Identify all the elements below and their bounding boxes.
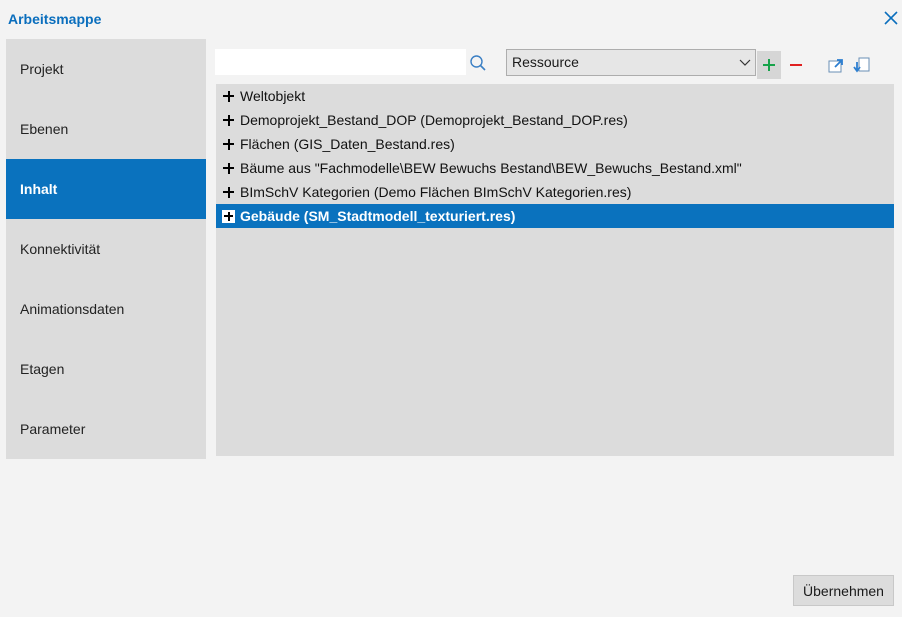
tree-item-label: Flächen (GIS_Daten_Bestand.res) bbox=[240, 136, 455, 152]
apply-button[interactable]: Übernehmen bbox=[793, 575, 894, 606]
close-button[interactable] bbox=[882, 9, 900, 27]
sidebar-item-inhalt[interactable]: Inhalt bbox=[6, 159, 206, 219]
tree-item-label: BImSchV Kategorien (Demo Flächen BImSchV… bbox=[240, 184, 632, 200]
tree-item-label: Bäume aus "Fachmodelle\BEW Bewuchs Besta… bbox=[240, 160, 742, 176]
plus-icon bbox=[763, 59, 775, 71]
import-button[interactable] bbox=[824, 51, 848, 79]
expand-icon[interactable] bbox=[222, 90, 235, 103]
tree-item[interactable]: BImSchV Kategorien (Demo Flächen BImSchV… bbox=[216, 180, 894, 204]
dialog-title: Arbeitsmappe bbox=[8, 11, 102, 27]
tree-item[interactable]: Weltobjekt bbox=[216, 84, 894, 108]
export-button[interactable] bbox=[850, 51, 874, 79]
sidebar-item-etagen[interactable]: Etagen bbox=[6, 339, 206, 399]
tree-item-selected[interactable]: Gebäude (SM_Stadtmodell_texturiert.res) bbox=[216, 204, 894, 228]
expand-icon[interactable] bbox=[222, 162, 235, 175]
expand-icon[interactable] bbox=[222, 186, 235, 199]
remove-button[interactable] bbox=[784, 51, 808, 79]
sidebar-item-konnektivitaet[interactable]: Konnektivität bbox=[6, 219, 206, 279]
expand-icon[interactable] bbox=[222, 209, 235, 223]
import-icon bbox=[828, 59, 843, 73]
sidebar-item-animationsdaten[interactable]: Animationsdaten bbox=[6, 279, 206, 339]
tree-item[interactable]: Flächen (GIS_Daten_Bestand.res) bbox=[216, 132, 894, 156]
resource-select-value: Ressource bbox=[512, 54, 579, 70]
add-button[interactable] bbox=[757, 51, 781, 79]
tree-item-label: Demoprojekt_Bestand_DOP (Demoprojekt_Bes… bbox=[240, 112, 628, 128]
sidebar: Projekt Ebenen Inhalt Konnektivität Anim… bbox=[6, 39, 206, 459]
expand-icon[interactable] bbox=[222, 114, 235, 127]
chevron-down-icon bbox=[739, 59, 751, 66]
tree-item-label: Weltobjekt bbox=[240, 88, 306, 104]
sidebar-item-projekt[interactable]: Projekt bbox=[6, 39, 206, 99]
search-icon[interactable] bbox=[469, 54, 487, 72]
minus-icon bbox=[790, 64, 802, 66]
export-icon bbox=[853, 57, 870, 73]
tree-item[interactable]: Bäume aus "Fachmodelle\BEW Bewuchs Besta… bbox=[216, 156, 894, 180]
sidebar-item-ebenen[interactable]: Ebenen bbox=[6, 99, 206, 159]
content-tree: Weltobjekt Demoprojekt_Bestand_DOP (Demo… bbox=[216, 84, 894, 456]
sidebar-item-parameter[interactable]: Parameter bbox=[6, 399, 206, 459]
resource-select[interactable]: Ressource bbox=[506, 49, 756, 76]
search-input[interactable] bbox=[215, 49, 466, 75]
expand-icon[interactable] bbox=[222, 138, 235, 151]
tree-item-label: Gebäude (SM_Stadtmodell_texturiert.res) bbox=[240, 208, 516, 224]
tree-item[interactable]: Demoprojekt_Bestand_DOP (Demoprojekt_Bes… bbox=[216, 108, 894, 132]
close-icon bbox=[884, 11, 898, 25]
